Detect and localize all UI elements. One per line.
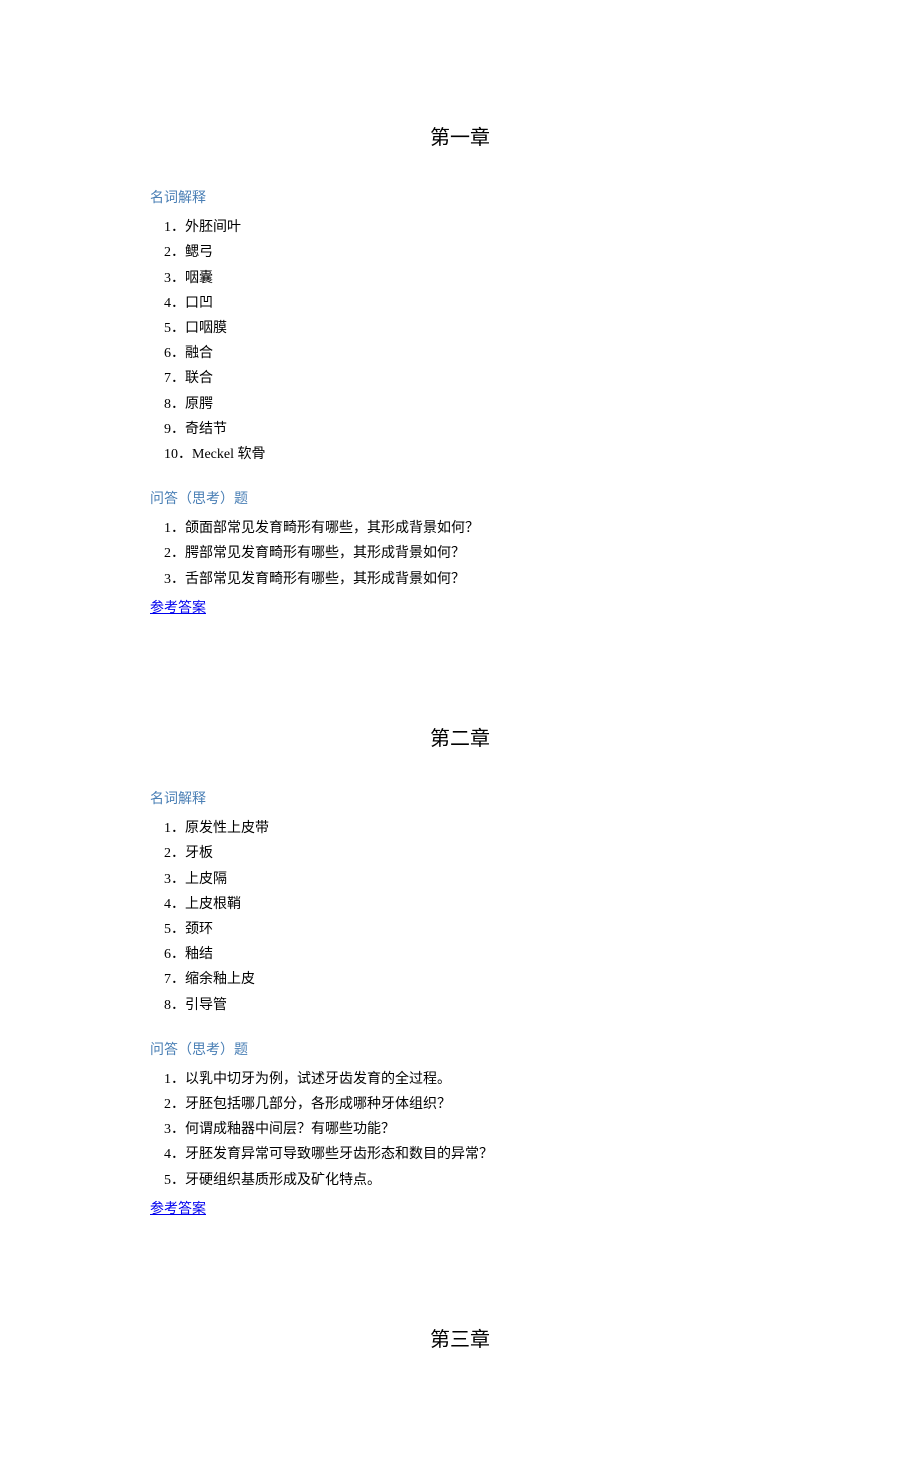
list-item: 1．以乳中切牙为例，试述牙齿发育的全过程。 [150, 1067, 770, 1092]
list-item: 4．上皮根鞘 [150, 892, 770, 917]
list-item: 9．奇结节 [150, 417, 770, 442]
list-item: 10．Meckel 软骨 [150, 442, 770, 467]
list-item: 3．舌部常见发育畸形有哪些，其形成背景如何？ [150, 567, 770, 592]
section-heading-questions: 问答（思考）题 [150, 1038, 770, 1063]
section-heading-terms: 名词解释 [150, 186, 770, 211]
list-item: 1．颌面部常见发育畸形有哪些，其形成背景如何？ [150, 516, 770, 541]
answer-link[interactable]: 参考答案 [150, 596, 206, 621]
list-item: 6．融合 [150, 341, 770, 366]
list-item: 5．颈环 [150, 917, 770, 942]
list-item: 2．牙胚包括哪几部分，各形成哪种牙体组织？ [150, 1092, 770, 1117]
list-item: 4．口凹 [150, 291, 770, 316]
answer-link[interactable]: 参考答案 [150, 1197, 206, 1222]
list-item: 5．口咽膜 [150, 316, 770, 341]
chapter-title: 第三章 [150, 1322, 770, 1358]
list-item: 4．牙胚发育异常可导致哪些牙齿形态和数目的异常？ [150, 1142, 770, 1167]
list-item: 8．原腭 [150, 392, 770, 417]
list-item: 3．上皮隔 [150, 867, 770, 892]
list-item: 2．鳃弓 [150, 240, 770, 265]
list-item: 3．何谓成釉器中间层？有哪些功能？ [150, 1117, 770, 1142]
question-list: 1．颌面部常见发育畸形有哪些，其形成背景如何？ 2．腭部常见发育畸形有哪些，其形… [150, 516, 770, 592]
question-list: 1．以乳中切牙为例，试述牙齿发育的全过程。 2．牙胚包括哪几部分，各形成哪种牙体… [150, 1067, 770, 1193]
list-item: 1．原发性上皮带 [150, 816, 770, 841]
list-item: 5．牙硬组织基质形成及矿化特点。 [150, 1168, 770, 1193]
list-item: 6．釉结 [150, 942, 770, 967]
section-heading-terms: 名词解释 [150, 787, 770, 812]
list-item: 2．腭部常见发育畸形有哪些，其形成背景如何？ [150, 541, 770, 566]
term-list: 1．外胚间叶 2．鳃弓 3．咽囊 4．口凹 5．口咽膜 6．融合 7．联合 8．… [150, 215, 770, 467]
section-heading-questions: 问答（思考）题 [150, 487, 770, 512]
list-item: 2．牙板 [150, 841, 770, 866]
list-item: 7．联合 [150, 366, 770, 391]
list-item: 3．咽囊 [150, 266, 770, 291]
list-item: 1．外胚间叶 [150, 215, 770, 240]
chapter-title: 第一章 [150, 120, 770, 156]
term-list: 1．原发性上皮带 2．牙板 3．上皮隔 4．上皮根鞘 5．颈环 6．釉结 7．缩… [150, 816, 770, 1018]
list-item: 8．引导管 [150, 993, 770, 1018]
chapter-title: 第二章 [150, 721, 770, 757]
list-item: 7．缩余釉上皮 [150, 967, 770, 992]
